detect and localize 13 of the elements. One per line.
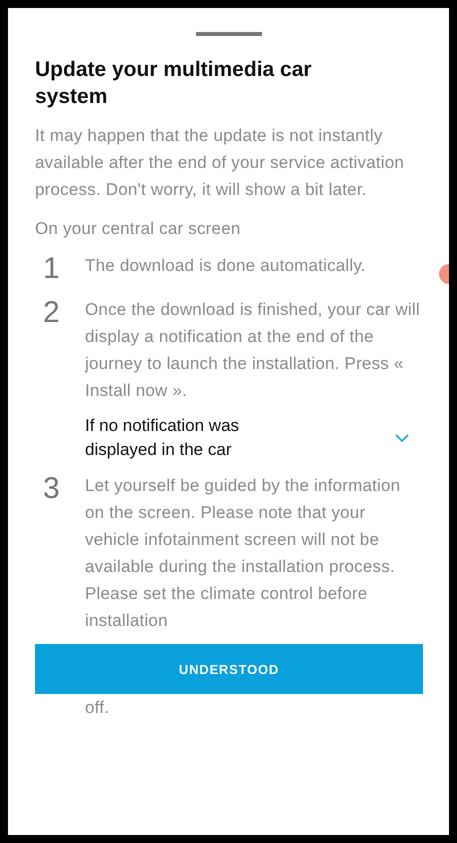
chevron-icon xyxy=(395,434,409,442)
expandable-section[interactable]: If no notification was displayed in the car xyxy=(85,414,423,462)
intro-paragraph: It may happen that the update is not instantly available after the end of your service activation process. Don't worry, it will show a bit later. xyxy=(35,125,406,201)
drag-handle[interactable] xyxy=(196,32,262,36)
step-number: 3 xyxy=(42,472,61,507)
step-number: 1 xyxy=(42,252,61,286)
sheet-title: Update your multimedia car system xyxy=(35,57,313,110)
section-subheading: On your central car screen xyxy=(35,218,242,240)
step-text: off. xyxy=(85,697,110,719)
step-text: Let yourself be guided by the information on the screen. Please note that your vehicle infotainment screen will not be available during the installation process. Please set the climate control before installation xyxy=(85,475,402,632)
step-text: The download is done automatically. xyxy=(85,255,366,277)
step-number: 2 xyxy=(42,296,61,331)
step-text: Once the download is finished, your car will display a notification at the end of the journey to launch the installation. Press « Install now ». xyxy=(85,299,421,402)
